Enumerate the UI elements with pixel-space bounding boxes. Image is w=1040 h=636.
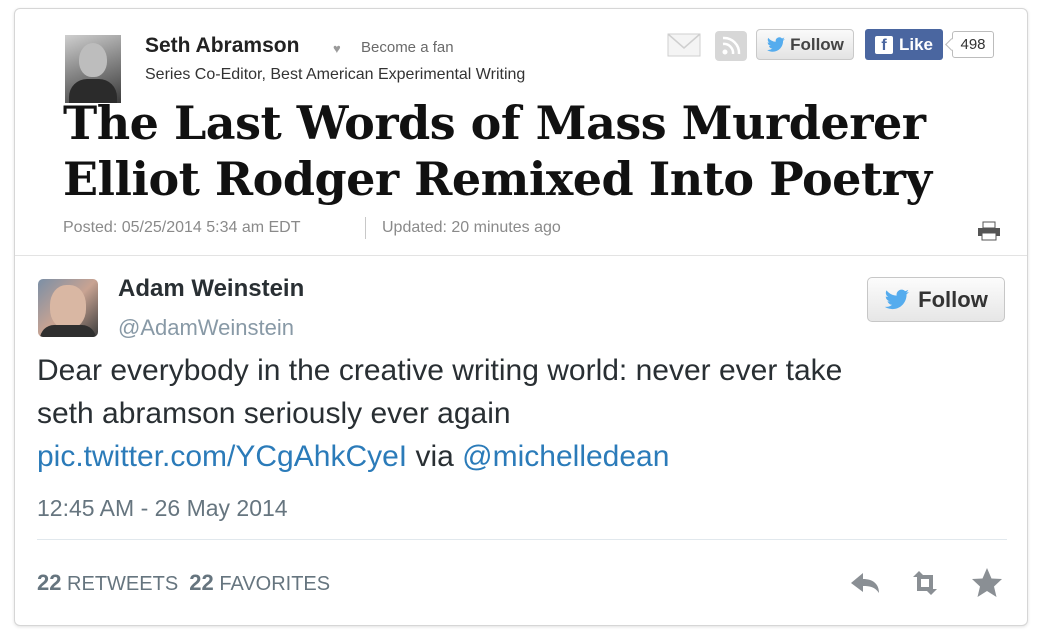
author-photo [65,35,121,103]
avatar[interactable] [38,279,98,337]
tweet-text-line-3: pic.twitter.com/YCgAhkCyeI via @michelle… [37,435,997,478]
tweet-text-line-2: seth abramson seriously ever again [37,397,511,430]
twitter-follow-small-label: Follow [790,34,844,54]
mention-link[interactable]: @michelledean [462,440,669,473]
headline-line-2: Elliot Rodger Remixed Into Poetry [63,152,932,206]
tweet-text: Dear everybody in the creative writing w… [37,349,997,478]
reply-icon[interactable] [847,565,883,601]
via-text: via [415,440,454,473]
tweet-media-link[interactable]: pic.twitter.com/YCgAhkCyeI [37,440,407,473]
posted-date: Posted: 05/25/2014 5:34 am EDT [63,219,301,236]
tweet-actions [847,565,1007,601]
tweet-card: Seth Abramson ♥ Become a fan Series Co-E… [14,8,1028,626]
article-headline: The Last Words of Mass Murderer Elliot R… [63,95,1013,207]
mail-icon [667,33,701,57]
headline-line-1: The Last Words of Mass Murderer [63,96,926,150]
twitter-follow-small-button: Follow [756,29,854,60]
tweet-author-name[interactable]: Adam Weinstein [118,275,304,303]
tweet-text-line-1: Dear everybody in the creative writing w… [37,354,843,387]
twitter-bird-icon [884,289,910,309]
updated-date: Updated: 20 minutes ago [382,219,561,236]
tweet-stats: 22 RETWEETS 22 FAVORITES [37,570,330,596]
facebook-like-button: f Like [865,29,943,60]
become-fan-link: Become a fan [361,39,454,56]
favorite-star-icon[interactable] [969,565,1005,601]
tweet-author-handle[interactable]: @AdamWeinstein [118,315,294,341]
follow-button[interactable]: Follow [867,277,1005,322]
like-count: 498 [952,31,994,58]
favorites-count[interactable]: 22 [189,570,213,595]
author-name: Seth Abramson [145,34,300,57]
follow-button-label: Follow [918,286,988,312]
rss-icon [715,31,747,61]
tweet-timestamp[interactable]: 12:45 AM - 26 May 2014 [37,495,288,522]
date-divider [365,217,366,239]
article-image[interactable]: Seth Abramson ♥ Become a fan Series Co-E… [15,9,1027,256]
retweets-label[interactable]: RETWEETS [67,573,178,595]
author-title: Series Co-Editor, Best American Experime… [145,66,526,83]
facebook-like-label: Like [898,34,934,54]
favorites-label[interactable]: FAVORITES [219,573,330,595]
stats-divider [37,539,1007,540]
print-icon [978,221,1000,241]
facebook-icon: f [874,35,893,54]
retweets-count[interactable]: 22 [37,570,61,595]
heart-icon: ♥ [333,41,341,56]
retweet-icon[interactable] [907,565,943,601]
twitter-bird-icon [767,36,785,52]
